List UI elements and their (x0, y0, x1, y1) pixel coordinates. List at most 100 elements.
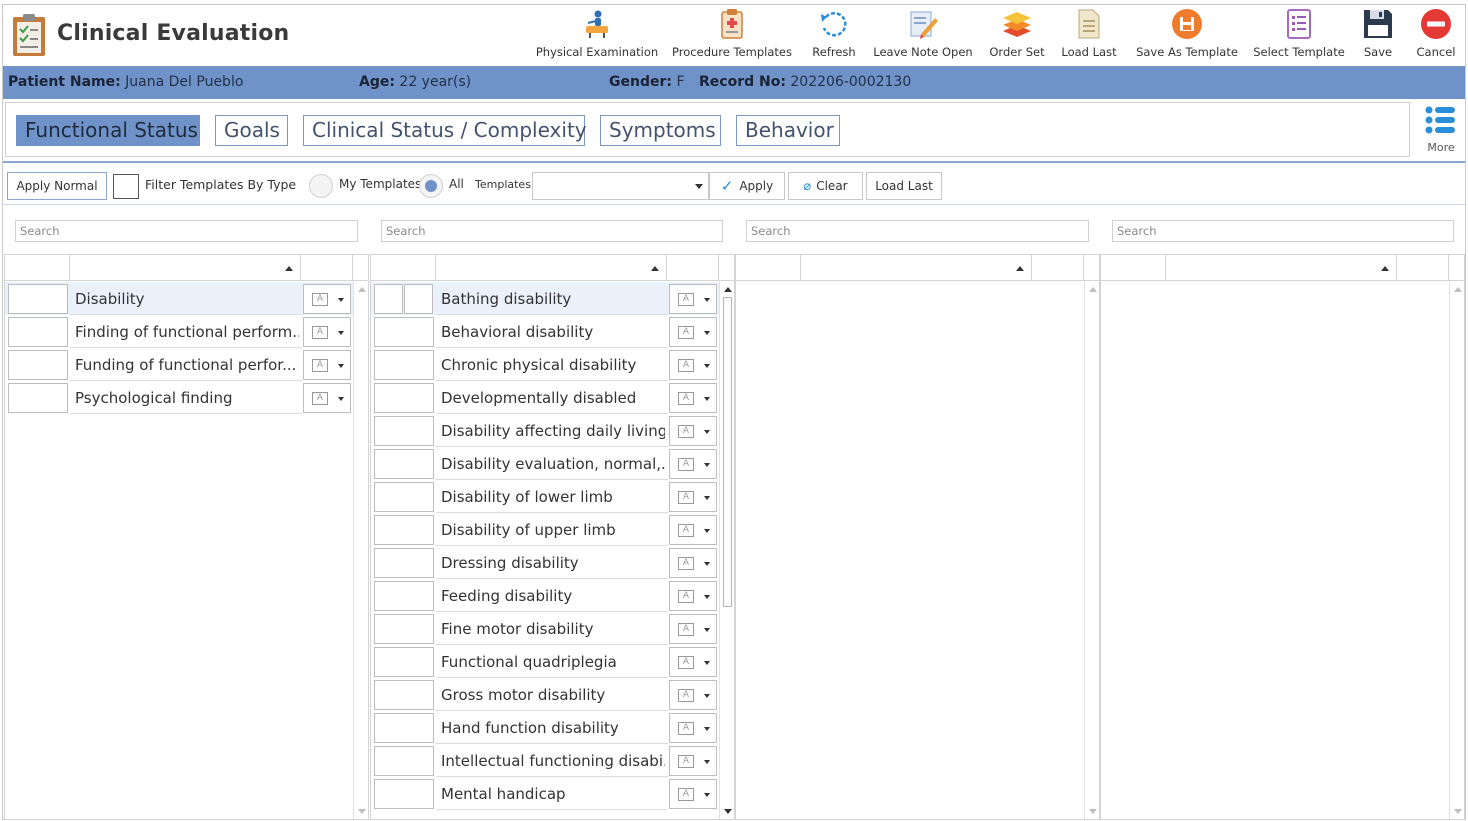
row-checkbox[interactable] (374, 449, 434, 479)
filter-templates-checkbox[interactable] (113, 174, 139, 199)
row-checkbox[interactable] (374, 416, 434, 446)
list-item[interactable]: Developmentally disabled A (371, 381, 719, 414)
list-item[interactable]: Disability of upper limb A (371, 513, 719, 546)
save-button[interactable]: Save (1358, 7, 1398, 63)
row-template-dropdown[interactable]: A (669, 284, 717, 314)
more-button[interactable]: More (1423, 105, 1459, 155)
list-item[interactable]: Dressing disability A (371, 546, 719, 579)
tab-functional-status[interactable]: Functional Status (16, 115, 200, 146)
row-checkbox[interactable] (8, 350, 68, 380)
refresh-button[interactable]: Refresh (809, 7, 859, 63)
row-template-dropdown[interactable]: A (669, 317, 717, 347)
my-templates-radio[interactable] (309, 174, 333, 198)
row-checkbox[interactable] (374, 680, 434, 710)
list-item[interactable]: Finding of functional perform... A (5, 315, 353, 348)
search-input-panel-4[interactable] (1112, 220, 1454, 242)
list-item[interactable]: Funding of functional perfor... A (5, 348, 353, 381)
list-item[interactable]: Chronic physical disability A (371, 348, 719, 381)
tab-symptoms[interactable]: Symptoms (600, 115, 721, 146)
list-item[interactable]: Intellectual functioning disabi... A (371, 744, 719, 777)
row-template-dropdown[interactable]: A (303, 383, 351, 413)
row-template-dropdown[interactable]: A (669, 383, 717, 413)
row-checkbox[interactable] (374, 779, 434, 809)
search-input-panel-3[interactable] (746, 220, 1089, 242)
order-set-button[interactable]: Order Set (985, 7, 1049, 63)
load-last-toolbar-button[interactable]: Load Last (1061, 7, 1117, 63)
row-template-dropdown[interactable]: A (669, 713, 717, 743)
select-template-button[interactable]: Select Template (1253, 7, 1345, 63)
tab-goals[interactable]: Goals (215, 115, 288, 146)
scrollbar-panel-3[interactable] (1084, 281, 1099, 819)
row-template-dropdown[interactable]: A (669, 416, 717, 446)
list-item[interactable]: Functional quadriplegia A (371, 645, 719, 678)
row-template-dropdown[interactable]: A (303, 284, 351, 314)
all-radio[interactable] (419, 174, 443, 198)
search-input-panel-2[interactable] (381, 220, 723, 242)
row-template-dropdown[interactable]: A (669, 482, 717, 512)
list-item[interactable]: Behavioral disability A (371, 315, 719, 348)
row-checkbox[interactable] (374, 383, 434, 413)
row-checkbox[interactable] (374, 713, 434, 743)
row-checkbox[interactable] (374, 482, 434, 512)
list-item[interactable]: Gross motor disability A (371, 678, 719, 711)
row-checkbox[interactable] (374, 284, 403, 314)
list-item[interactable]: Disability evaluation, normal,... A (371, 447, 719, 480)
save-as-template-button[interactable]: Save As Template (1135, 7, 1239, 63)
scroll-thumb[interactable] (723, 297, 732, 607)
physical-examination-button[interactable]: Physical Examination (536, 7, 658, 63)
list-item[interactable]: Disability affecting daily living A (371, 414, 719, 447)
scrollbar-panel-2[interactable] (719, 281, 734, 819)
row-template-dropdown[interactable]: A (669, 581, 717, 611)
apply-button[interactable]: ✓ Apply (709, 172, 785, 200)
row-template-dropdown[interactable]: A (669, 449, 717, 479)
row-checkbox[interactable] (404, 284, 433, 314)
row-checkbox[interactable] (374, 647, 434, 677)
row-checkbox[interactable] (374, 614, 434, 644)
row-checkbox[interactable] (8, 284, 68, 314)
load-last-button[interactable]: Load Last (866, 172, 942, 200)
list-item[interactable]: Disability A (5, 282, 353, 315)
sort-header[interactable] (801, 255, 1032, 281)
scrollbar-panel-1[interactable] (353, 281, 368, 819)
row-checkbox[interactable] (8, 383, 68, 413)
row-template-dropdown[interactable]: A (303, 350, 351, 380)
row-checkbox[interactable] (8, 317, 68, 347)
list-item[interactable]: Fine motor disability A (371, 612, 719, 645)
row-template-dropdown[interactable]: A (669, 647, 717, 677)
row-template-dropdown[interactable]: A (669, 614, 717, 644)
row-template-dropdown[interactable]: A (669, 350, 717, 380)
list-item[interactable]: Bathing disability A (371, 282, 719, 315)
apply-normal-button[interactable]: Apply Normal (7, 172, 107, 200)
row-checkbox[interactable] (374, 581, 434, 611)
row-template-dropdown[interactable]: A (303, 317, 351, 347)
row-checkbox[interactable] (374, 548, 434, 578)
scrollbar-panel-4[interactable] (1449, 281, 1464, 819)
procedure-templates-button[interactable]: Procedure Templates (672, 7, 792, 63)
row-template-dropdown[interactable]: A (669, 548, 717, 578)
leave-note-open-button[interactable]: Leave Note Open (873, 7, 973, 63)
list-item[interactable]: Disability of lower limb A (371, 480, 719, 513)
list-item-label: Developmentally disabled (441, 389, 637, 407)
sort-header[interactable] (1166, 255, 1397, 281)
list-item[interactable]: Feeding disability A (371, 579, 719, 612)
templates-select[interactable] (532, 172, 709, 200)
row-checkbox[interactable] (374, 746, 434, 776)
row-template-dropdown[interactable]: A (669, 680, 717, 710)
row-template-dropdown[interactable]: A (669, 515, 717, 545)
cancel-button[interactable]: Cancel (1411, 7, 1461, 63)
sort-header[interactable] (436, 255, 667, 281)
sort-header[interactable] (70, 255, 301, 281)
row-checkbox[interactable] (374, 317, 434, 347)
tab-behavior[interactable]: Behavior (736, 115, 840, 146)
list-item[interactable]: Psychological finding A (5, 381, 353, 414)
row-template-dropdown[interactable]: A (669, 746, 717, 776)
row-checkbox[interactable] (374, 515, 434, 545)
clear-button[interactable]: ⌀ Clear (788, 172, 863, 200)
row-checkbox[interactable] (374, 350, 434, 380)
search-input-panel-1[interactable] (15, 220, 358, 242)
list-item[interactable]: Hand function disability A (371, 711, 719, 744)
tab-clinical-status-complexity[interactable]: Clinical Status / Complexity (303, 115, 587, 146)
header-cell (371, 255, 436, 281)
row-template-dropdown[interactable]: A (669, 779, 717, 809)
list-item[interactable]: Mental handicap A (371, 777, 719, 810)
